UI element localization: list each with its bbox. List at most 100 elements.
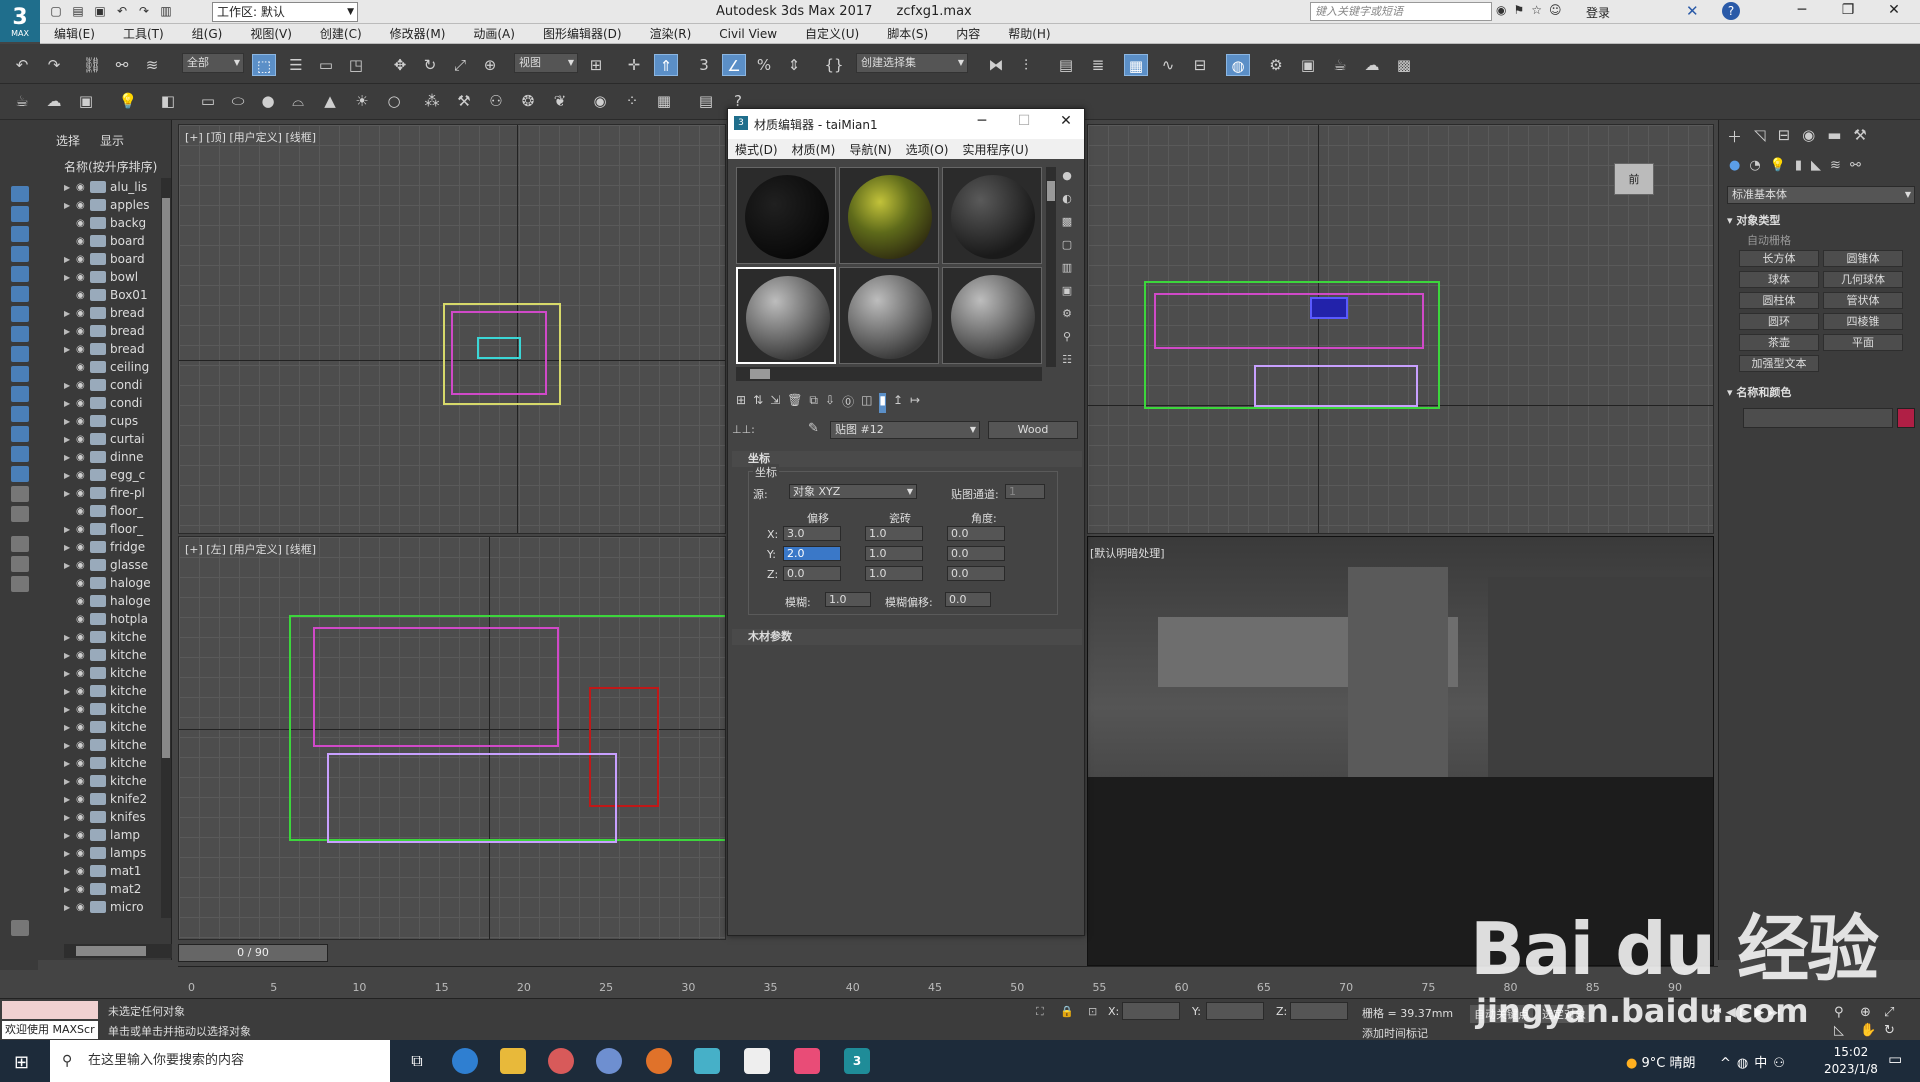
window-crossing-icon[interactable]: ◳ — [344, 54, 368, 76]
material-editor-icon[interactable]: ◍ — [1226, 54, 1250, 76]
visibility-eye-icon[interactable]: ◉ — [76, 254, 90, 265]
viewport-left-label[interactable]: [+] [左] [用户定义] [线框] — [185, 541, 316, 557]
display-spacewarps-icon[interactable] — [11, 306, 29, 322]
visibility-eye-icon[interactable]: ◉ — [76, 236, 90, 247]
light-lister-icon[interactable]: 💡 — [116, 90, 140, 112]
visibility-eye-icon[interactable]: ◉ — [76, 740, 90, 751]
curve-editor-icon[interactable]: ∿ — [1156, 54, 1180, 76]
menu-group[interactable]: 组(G) — [178, 25, 237, 42]
visibility-eye-icon[interactable]: ◉ — [76, 218, 90, 229]
visibility-eye-icon[interactable]: ◉ — [76, 776, 90, 787]
viewport-top[interactable]: [+] [顶] [用户定义] [线框] — [178, 124, 726, 534]
list-item[interactable]: ▶ ◉ curtai — [64, 430, 172, 448]
list-item[interactable]: ▶ ◉ condi — [64, 394, 172, 412]
communication-icon[interactable]: ⚑ — [1513, 3, 1524, 17]
visibility-eye-icon[interactable]: ◉ — [76, 902, 90, 913]
visibility-eye-icon[interactable]: ◉ — [76, 830, 90, 841]
minimize-icon[interactable]: ─ — [968, 113, 996, 129]
blur-spinner[interactable]: 1.0 — [825, 592, 871, 607]
align-icon[interactable]: ⫶ — [1014, 54, 1038, 76]
cylinder-primitive-icon[interactable]: ⬭ — [226, 90, 250, 112]
list-item[interactable]: ▶ ◉ lamp — [64, 826, 172, 844]
list-item[interactable]: ◉ haloge — [64, 592, 172, 610]
pick-from-object-icon[interactable]: ⊥⊥: — [732, 423, 755, 436]
go-to-parent-icon[interactable]: ↥ — [893, 393, 903, 413]
list-item[interactable]: ▶ ◉ glasse — [64, 556, 172, 574]
expand-icon[interactable]: ▶ — [64, 813, 76, 822]
expand-icon[interactable]: ▶ — [64, 381, 76, 390]
source-dropdown[interactable]: 对象 XYZ ▼ — [789, 484, 917, 499]
pivot-center-icon[interactable]: ⊞ — [584, 54, 608, 76]
me-menu-utilities[interactable]: 实用程序(U) — [955, 141, 1035, 158]
create-tab-icon[interactable]: ＋ — [1727, 126, 1742, 147]
tube-button[interactable]: 管状体 — [1823, 292, 1903, 309]
file-explorer-icon[interactable] — [500, 1048, 526, 1074]
sample-slot-selected[interactable] — [736, 267, 836, 364]
list-item[interactable]: ▶ ◉ kitche — [64, 754, 172, 772]
expand-icon[interactable]: ▶ — [64, 525, 76, 534]
undo-icon[interactable]: ↶ — [114, 3, 130, 19]
display-hidden-icon[interactable] — [11, 426, 29, 442]
angle-z-spinner[interactable]: 0.0 — [947, 566, 1005, 581]
layer-icon[interactable] — [11, 506, 29, 522]
bind-space-warp-icon[interactable]: ≋ — [140, 54, 164, 76]
select-by-material-icon[interactable]: ⚲ — [1058, 328, 1076, 346]
visibility-eye-icon[interactable]: ◉ — [76, 668, 90, 679]
eyedropper-icon[interactable]: ✎ — [808, 421, 819, 436]
list-item[interactable]: ▶ ◉ egg_c — [64, 466, 172, 484]
workspace-dropdown[interactable]: 工作区: 默认 ▼ — [212, 2, 358, 22]
render-production-icon[interactable]: ☕ — [1328, 54, 1352, 76]
reference-coord-dropdown[interactable]: 视图 ▼ — [514, 53, 578, 73]
visibility-eye-icon[interactable]: ◉ — [76, 362, 90, 373]
list-item[interactable]: ▶ ◉ micro — [64, 898, 172, 916]
hierarchy-tab-icon[interactable]: ⊟ — [1778, 126, 1791, 147]
me-menu-material[interactable]: 材质(M) — [785, 141, 843, 158]
sample-slot[interactable] — [736, 167, 836, 264]
visibility-eye-icon[interactable]: ◉ — [76, 182, 90, 193]
sample-slot[interactable] — [942, 167, 1042, 264]
list-item[interactable]: ▶ ◉ board — [64, 250, 172, 268]
chevron-up-icon[interactable]: ^ — [1720, 1056, 1737, 1071]
offset-y-spinner[interactable]: 2.0 — [783, 546, 841, 561]
binoculars-icon[interactable]: ◉ — [1496, 3, 1506, 17]
display-geometry-icon[interactable] — [11, 206, 29, 222]
show-shaded-icon[interactable]: ◫ — [861, 393, 872, 413]
display-xrefs-icon[interactable] — [11, 346, 29, 362]
add-time-tag[interactable]: 添加时间标记 — [1362, 1025, 1428, 1041]
visibility-eye-icon[interactable]: ◉ — [76, 272, 90, 283]
visibility-eye-icon[interactable]: ◉ — [76, 434, 90, 445]
close-icon[interactable]: ✕ — [1874, 2, 1914, 22]
system-clock[interactable]: 15:02 2023/1/8 — [1824, 1044, 1878, 1078]
fov-icon[interactable]: ◺ — [1834, 1023, 1844, 1038]
visibility-eye-icon[interactable]: ◉ — [76, 632, 90, 643]
expand-icon[interactable]: ▶ — [64, 723, 76, 732]
systems-category-icon[interactable]: ⚯ — [1850, 158, 1861, 173]
create-selection-icon[interactable] — [11, 186, 29, 202]
expand-icon[interactable]: ▶ — [64, 867, 76, 876]
omni-light-icon[interactable]: ○ — [382, 90, 406, 112]
filter-icon[interactable] — [11, 536, 29, 552]
notepad-icon[interactable] — [744, 1048, 770, 1074]
expand-icon[interactable]: ▶ — [64, 453, 76, 462]
redo-icon[interactable]: ↷ — [136, 3, 152, 19]
sample-slot[interactable] — [839, 167, 939, 264]
visibility-eye-icon[interactable]: ◉ — [76, 416, 90, 427]
notification-icon[interactable]: ▭ — [1888, 1050, 1902, 1068]
pan-icon[interactable]: ✋ — [1860, 1023, 1876, 1038]
network-icon[interactable]: ◍ — [1737, 1056, 1754, 1071]
offset-x-spinner[interactable]: 3.0 — [783, 526, 841, 541]
list-item[interactable]: ▶ ◉ condi — [64, 376, 172, 394]
rendered-frame-window-icon[interactable]: ▣ — [1296, 54, 1320, 76]
task-view-icon[interactable]: ⧉ — [404, 1048, 430, 1074]
expand-icon[interactable]: ▶ — [64, 903, 76, 912]
scene-list-hscrollbar[interactable] — [64, 944, 172, 958]
sphere-button[interactable]: 球体 — [1739, 271, 1819, 288]
viewport-top-label[interactable]: [+] [顶] [用户定义] [线框] — [185, 129, 316, 145]
3dsmax-taskbar-icon[interactable]: 3 — [844, 1048, 870, 1074]
visibility-eye-icon[interactable]: ◉ — [76, 812, 90, 823]
material-sphere-icon[interactable]: ◉ — [588, 90, 612, 112]
render-preset-icon[interactable]: ▦ — [652, 90, 676, 112]
display-lights-icon[interactable] — [11, 246, 29, 262]
select-object-icon[interactable]: ⬚ — [252, 54, 276, 76]
scene-explorer-icon[interactable]: ▤ — [1054, 54, 1078, 76]
